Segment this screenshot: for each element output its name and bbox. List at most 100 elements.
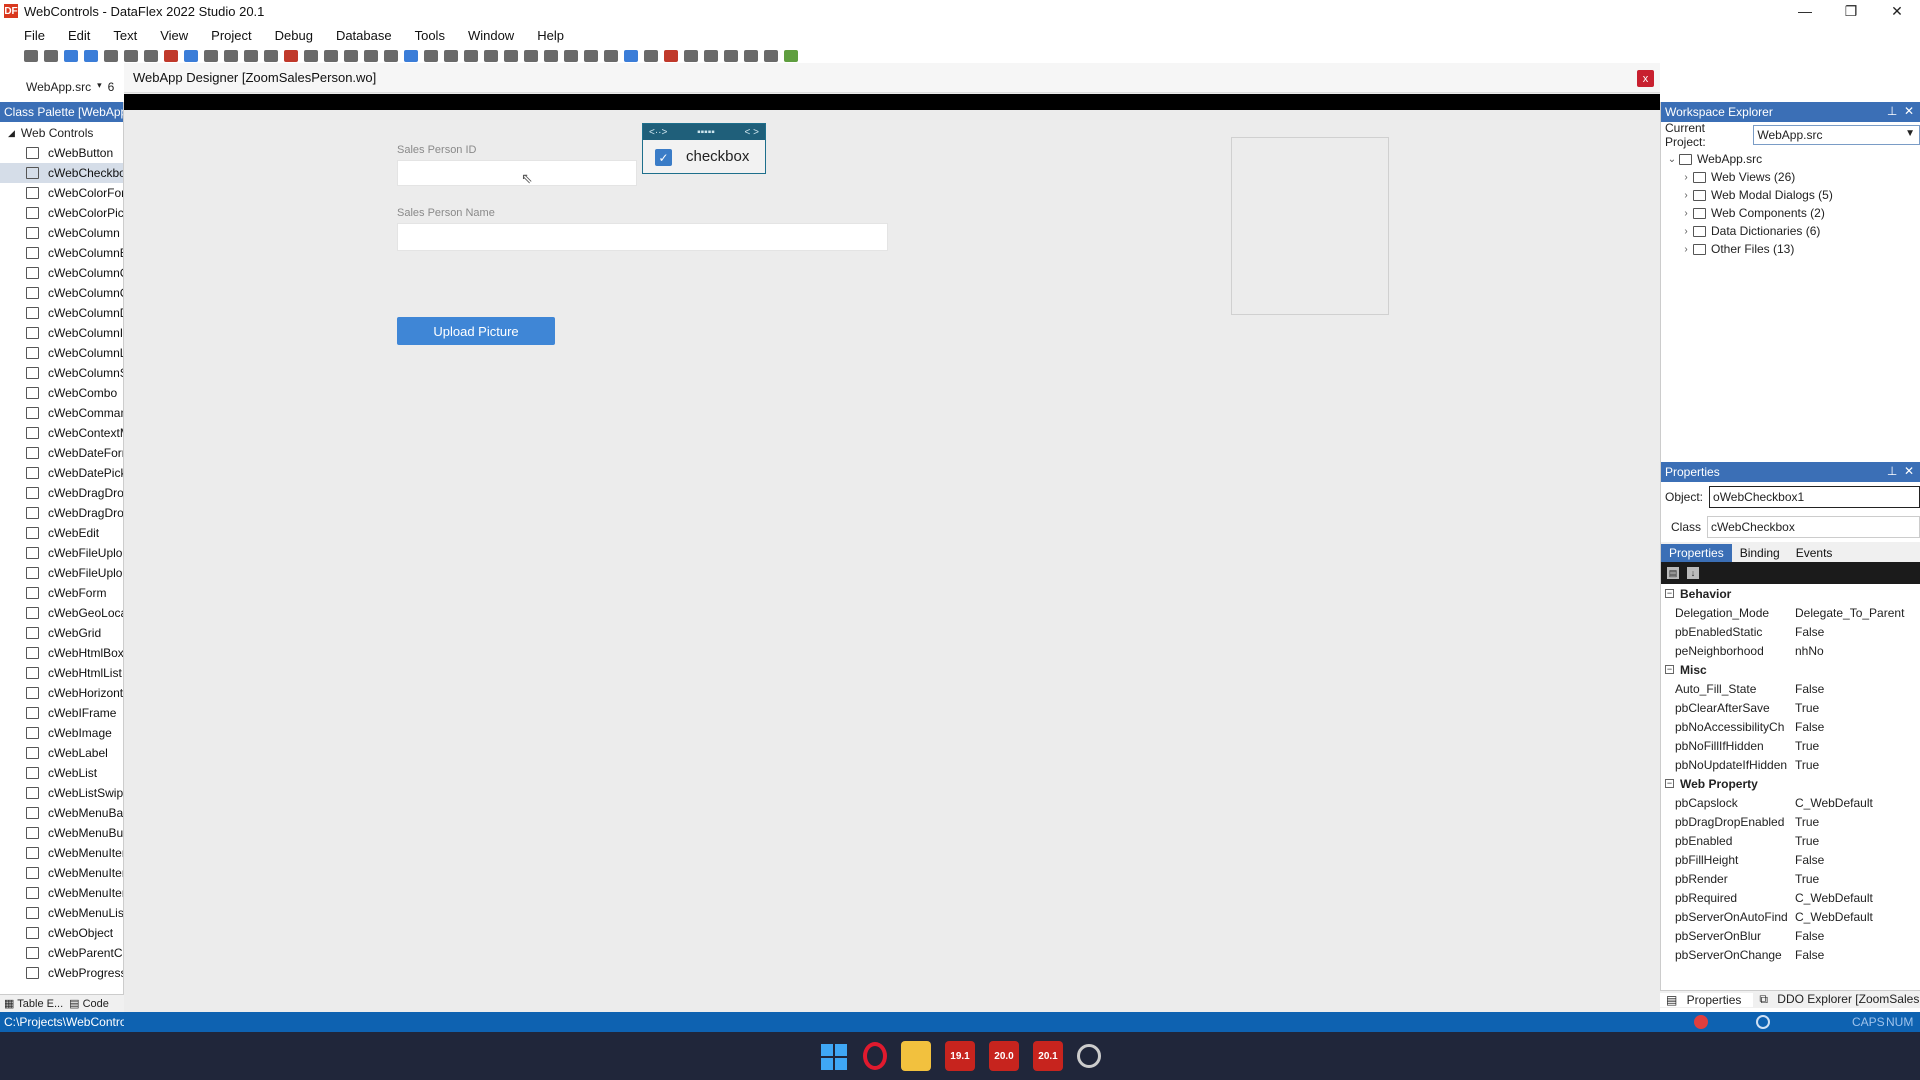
property-row[interactable]: pbServerOnBlur False [1661, 926, 1920, 945]
close-icon[interactable]: ✕ [1904, 104, 1914, 118]
palette-item[interactable]: cWebMenuItemLink [0, 883, 123, 903]
palette-item[interactable]: cWebIFrame [0, 703, 123, 723]
collapse-icon[interactable]: − [1665, 779, 1674, 788]
property-row[interactable]: pbNoUpdateIfHidden True [1661, 755, 1920, 774]
property-row[interactable]: pbEnabledStatic False [1661, 622, 1920, 641]
property-category[interactable]: − Web Property [1661, 774, 1920, 793]
palette-item[interactable]: cWebObject [0, 923, 123, 943]
property-row[interactable]: Delegation_Mode Delegate_To_Parent [1661, 603, 1920, 622]
palette-item[interactable]: cWebColumnImage [0, 323, 123, 343]
palette-item[interactable]: cWebMenuItem [0, 843, 123, 863]
palette-item[interactable]: cWebLabel [0, 743, 123, 763]
grid-icon[interactable] [324, 50, 338, 62]
tree-node-other-files[interactable]: › Other Files (13) [1661, 240, 1920, 258]
tab-ddo-explorer[interactable]: ⧉ DDO Explorer [ZoomSalesPe... [1753, 992, 1920, 1007]
table-icon[interactable] [344, 50, 358, 62]
palette-item[interactable]: cWebColumnCheckbox [0, 263, 123, 283]
chevron-right-icon[interactable]: › [1679, 190, 1693, 201]
palette-item[interactable]: cWebDatePicker [0, 463, 123, 483]
palette-item[interactable]: cWebColumnDate [0, 303, 123, 323]
palette-item[interactable]: cWebProgressBar [0, 963, 123, 983]
pin-icon[interactable]: ⊥ [1887, 104, 1897, 118]
align-right-icon[interactable] [564, 50, 578, 62]
cut-icon[interactable] [104, 50, 118, 62]
property-row[interactable]: pbNoAccessibilityCh False [1661, 717, 1920, 736]
palette-item[interactable]: cWebCombo [0, 383, 123, 403]
property-row[interactable]: pbRender True [1661, 869, 1920, 888]
run-icon[interactable] [424, 50, 438, 62]
property-category[interactable]: − Behavior [1661, 584, 1920, 603]
form-icon[interactable] [284, 50, 298, 62]
align-top-icon[interactable] [584, 50, 598, 62]
collapse-icon[interactable]: − [1665, 665, 1674, 674]
menu-help[interactable]: Help [537, 28, 564, 43]
property-value[interactable]: C_WebDefault [1791, 891, 1907, 905]
drag-handle-icon[interactable]: ▪▪▪▪▪ [697, 127, 715, 138]
layout-icon[interactable] [264, 50, 278, 62]
palette-item[interactable]: cWebColumnCombo [0, 283, 123, 303]
pin-icon[interactable]: ⊥ [1887, 464, 1897, 478]
menu-text[interactable]: Text [113, 28, 137, 43]
palette-item[interactable]: cWebHtmlBox [0, 643, 123, 663]
tree-root[interactable]: ⌄ WebApp.src [1661, 150, 1920, 168]
chevron-right-icon[interactable]: › [1679, 226, 1693, 237]
palette-group[interactable]: ◢ Web Controls [0, 124, 93, 142]
sales-person-id-input[interactable] [397, 160, 637, 186]
palette-item[interactable]: cWebMenuList [0, 903, 123, 923]
image-placeholder[interactable] [1231, 137, 1389, 315]
copy-icon[interactable] [124, 50, 138, 62]
tab-events[interactable]: Events [1788, 544, 1841, 562]
save-icon[interactable] [64, 50, 78, 62]
current-project-select[interactable]: WebApp.src ▼ [1753, 125, 1920, 145]
open-icon[interactable] [44, 50, 58, 62]
property-value[interactable]: nhNo [1791, 644, 1907, 658]
palette-item[interactable]: cWebDateForm [0, 443, 123, 463]
sort-alpha-icon[interactable]: ↓ [1687, 567, 1699, 579]
align-bottom-icon[interactable] [604, 50, 618, 62]
property-row[interactable]: pbCapslock C_WebDefault [1661, 793, 1920, 812]
project-combo[interactable]: WebApp.src ▾ 6 [26, 80, 114, 94]
settings-icon[interactable] [1077, 1044, 1101, 1068]
web-icon[interactable] [644, 50, 658, 62]
palette-item[interactable]: cWebHorizontalLine [0, 683, 123, 703]
tree-node-data-dictionaries[interactable]: › Data Dictionaries (6) [1661, 222, 1920, 240]
debug-icon[interactable] [444, 50, 458, 62]
paste-icon[interactable] [144, 50, 158, 62]
menu-debug[interactable]: Debug [275, 28, 313, 43]
upload-picture-button[interactable]: Upload Picture [397, 317, 555, 345]
property-row[interactable]: pbFillHeight False [1661, 850, 1920, 869]
tab-binding[interactable]: Binding [1732, 544, 1788, 562]
tab-properties-bottom[interactable]: ▤ Properties [1660, 992, 1754, 1007]
property-value[interactable]: True [1791, 834, 1907, 848]
palette-item[interactable]: cWebImage [0, 723, 123, 743]
checkbox-widget[interactable]: <··> ▪▪▪▪▪ < > ✓ checkbox [642, 123, 766, 174]
compile-icon[interactable] [404, 50, 418, 62]
property-value[interactable]: False [1791, 682, 1907, 696]
property-value[interactable]: False [1791, 625, 1907, 639]
palette-item[interactable]: cWebHtmlList [0, 663, 123, 683]
palette-item[interactable]: cWebFileUploadForm [0, 563, 123, 583]
property-row[interactable]: pbClearAfterSave True [1661, 698, 1920, 717]
property-row[interactable]: Auto_Fill_State False [1661, 679, 1920, 698]
menu-edit[interactable]: Edit [68, 28, 90, 43]
selection-handle[interactable]: <··> ▪▪▪▪▪ < > [643, 124, 765, 140]
property-row[interactable]: pbDragDropEnabled True [1661, 812, 1920, 831]
menu-window[interactable]: Window [468, 28, 514, 43]
new-icon[interactable] [24, 50, 38, 62]
property-value[interactable]: True [1791, 872, 1907, 886]
design-canvas[interactable]: Sales Person ID ⇖ Sales Person Name Uplo… [124, 110, 1660, 1032]
options-icon[interactable] [764, 50, 778, 62]
palette-item[interactable]: cWebColumnSuggestion [0, 363, 123, 383]
close-icon[interactable]: ✕ [1904, 464, 1914, 478]
property-value[interactable]: C_WebDefault [1791, 796, 1907, 810]
palette-item[interactable]: cWebColumn [0, 223, 123, 243]
palette-item[interactable]: cWebGrid [0, 623, 123, 643]
property-value[interactable]: Delegate_To_Parent [1791, 606, 1907, 620]
designer-close-button[interactable]: x [1637, 70, 1654, 87]
dataflex-19-icon[interactable]: 19.1 [945, 1041, 975, 1071]
tree-node-web-modal-dialogs[interactable]: › Web Modal Dialogs (5) [1661, 186, 1920, 204]
palette-item[interactable]: cWebContextMenu [0, 423, 123, 443]
collapse-icon[interactable]: − [1665, 589, 1674, 598]
property-value[interactable]: True [1791, 739, 1907, 753]
palette-item[interactable]: cWebGeoLocation [0, 603, 123, 623]
